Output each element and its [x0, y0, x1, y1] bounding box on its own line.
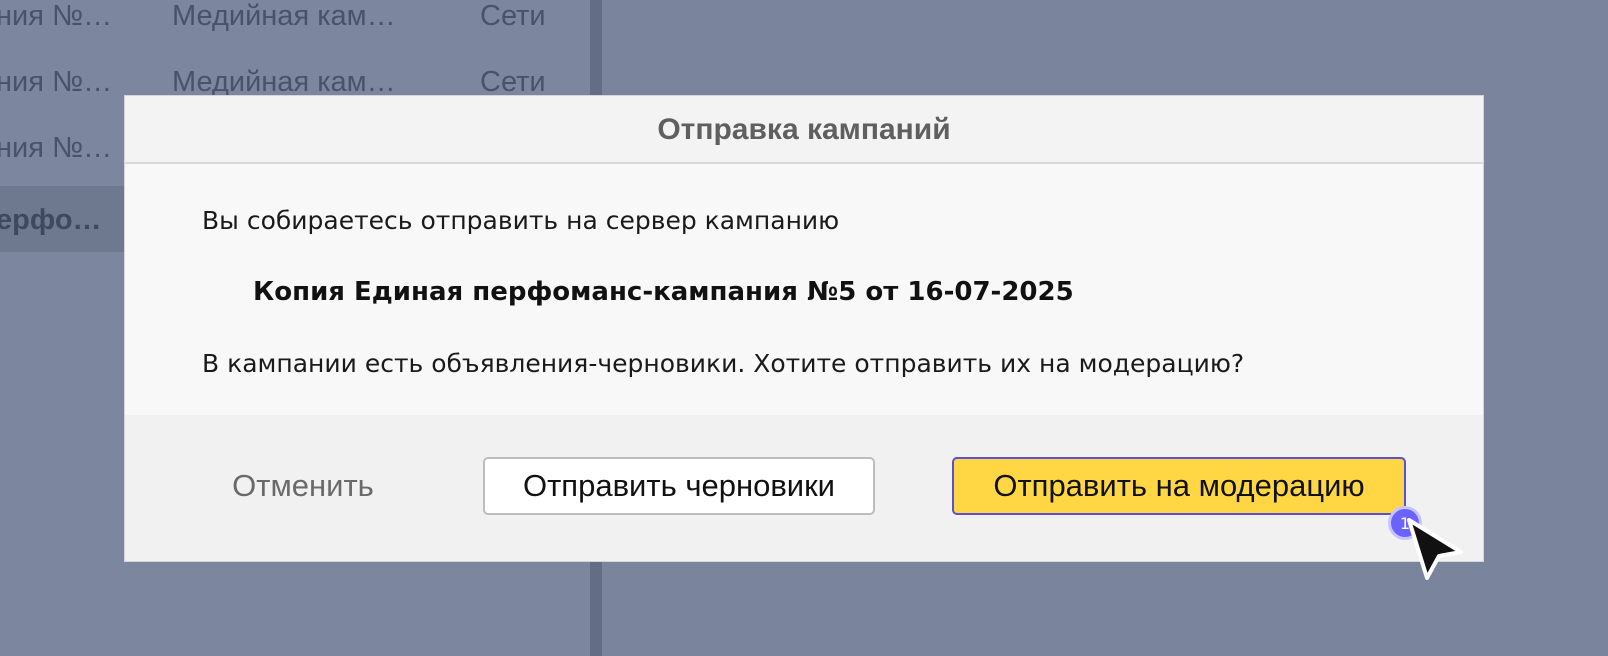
campaign-type-cell: Медийная кам… — [172, 0, 396, 32]
send-drafts-button[interactable]: Отправить черновики — [483, 457, 875, 515]
campaign-placement-cell: Сети — [480, 0, 546, 32]
campaign-name-cell: ния №… — [0, 132, 113, 164]
campaign-name-cell: ния №… — [0, 0, 113, 32]
screen: ния №… Медийная кам… Сети ния №… Медийна… — [0, 0, 1608, 656]
send-campaigns-dialog: Отправка кампаний Вы собираетесь отправи… — [125, 96, 1483, 561]
campaign-name-cell: ерфо… — [0, 204, 102, 236]
campaign-placement-cell: Сети — [480, 66, 546, 98]
dialog-title: Отправка кампаний — [657, 113, 951, 146]
campaign-name: Копия Единая перфоманс-кампания №5 от 16… — [253, 277, 1074, 307]
list-item[interactable]: ния №… Медийная кам… Сети — [0, 0, 590, 66]
dialog-footer: Отменить Отправить черновики Отправить н… — [125, 415, 1483, 561]
campaign-type-cell: Медийная кам… — [172, 66, 396, 98]
send-to-moderation-button[interactable]: Отправить на модерацию — [952, 457, 1406, 515]
dialog-intro-text: Вы собираетесь отправить на сервер кампа… — [202, 206, 840, 235]
dialog-question-text: В кампании есть объявления-черновики. Хо… — [202, 349, 1245, 378]
dialog-body: Вы собираетесь отправить на сервер кампа… — [125, 164, 1483, 415]
campaign-name-cell: ния №… — [0, 66, 113, 98]
dialog-header: Отправка кампаний — [125, 96, 1483, 164]
pointer-arrow-icon — [1407, 518, 1463, 580]
cancel-button[interactable]: Отменить — [223, 457, 383, 515]
